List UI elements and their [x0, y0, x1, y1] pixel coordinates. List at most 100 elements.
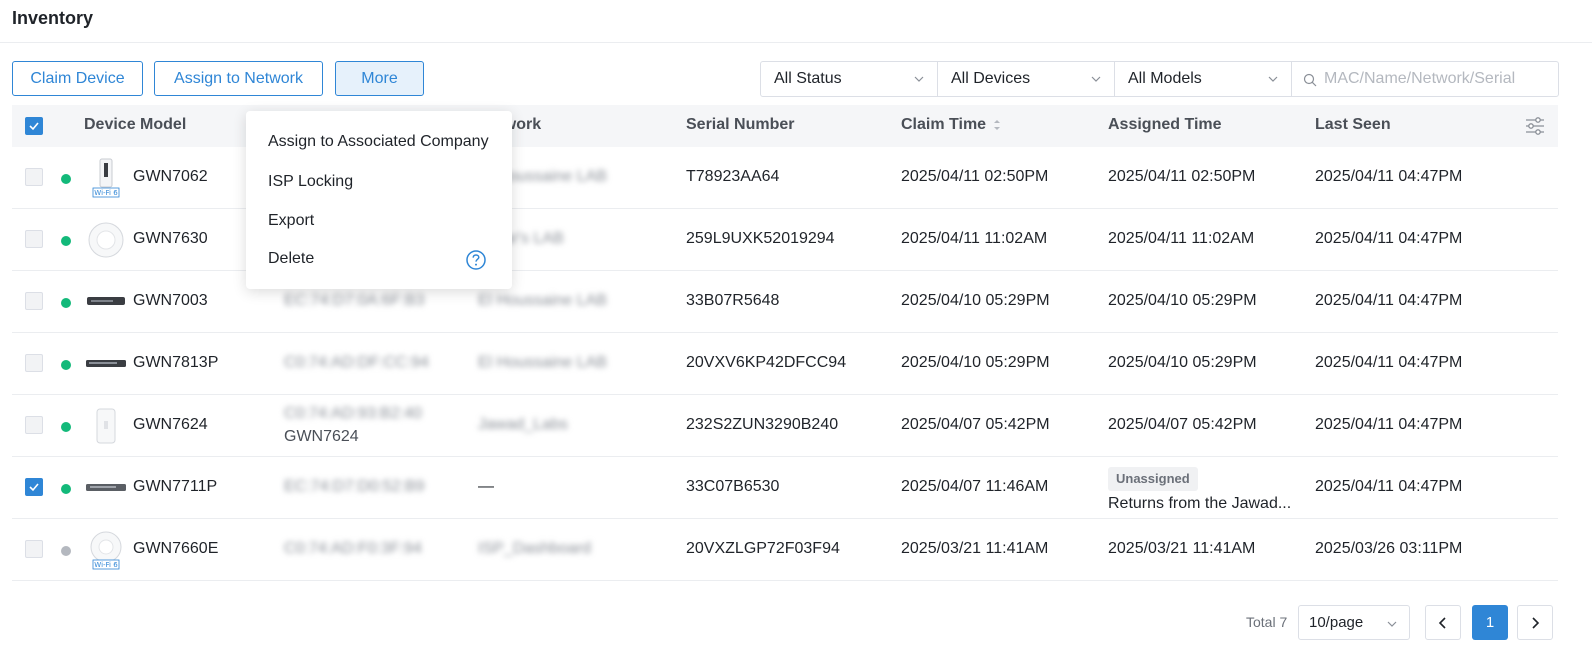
serial-number: 232S2ZUN3290B240	[686, 416, 839, 433]
row-checkbox[interactable]	[25, 230, 43, 248]
table-row[interactable]: GWN7624 C0:74:AD:93:B2:40 GWN7624 Jawad_Lab…	[12, 395, 1558, 457]
table-row[interactable]: Wi-Fi 6GWN7062EC:74:27:0A:6F:D3El Houssa…	[12, 147, 1558, 209]
claim-time: 2025/04/07 11:46AM	[901, 478, 1049, 495]
menu-item-delete[interactable]: Delete	[268, 250, 314, 268]
device-mac: C0:74:AD:F0:3F:94	[284, 540, 422, 557]
table-row[interactable]: Wi-Fi 6 GWN7660E C0:74:AD:F0:3F:94 ISP_Dash…	[12, 519, 1558, 581]
column-settings-icon[interactable]	[1524, 115, 1546, 137]
claim-time: 2025/04/10 05:29PM	[901, 354, 1050, 371]
device-network[interactable]: El Houssaine LAB	[478, 354, 607, 372]
table-header: Device Model Network Serial Number Claim…	[12, 105, 1558, 147]
row-checkbox[interactable]	[25, 168, 43, 186]
status-dot	[61, 174, 71, 184]
select-all-checkbox[interactable]	[25, 117, 43, 135]
search-icon	[1303, 73, 1317, 87]
assign-to-network-button[interactable]: Assign to Network	[154, 61, 323, 96]
next-page-button[interactable]	[1517, 605, 1553, 640]
row-checkbox[interactable]	[25, 292, 43, 310]
device-model[interactable]: GWN7711P	[133, 478, 217, 496]
assigned-time: 2025/04/07 05:42PM	[1108, 416, 1257, 433]
device-thumbnail: Wi-Fi 6	[90, 531, 122, 570]
more-button[interactable]: More	[335, 61, 424, 96]
column-last-seen: Last Seen	[1315, 116, 1391, 133]
claim-time: 2025/04/07 05:42PM	[901, 416, 1050, 433]
device-network[interactable]: Jawad_Labs	[478, 416, 568, 434]
chevron-down-icon	[1091, 76, 1101, 82]
page-title: Inventory	[12, 8, 94, 28]
table-row[interactable]: GWN7711P EC:74:D7:D0:52:B9 — 33C07B6530 2025…	[12, 457, 1558, 519]
current-page-button[interactable]: 1	[1472, 605, 1508, 640]
device-model[interactable]: GWN7630	[133, 230, 208, 248]
page-size-select[interactable]: 10/page	[1298, 605, 1410, 640]
help-icon[interactable]	[465, 249, 487, 271]
status-dot	[61, 236, 71, 246]
device-network[interactable]: ISP_Dashboard	[478, 540, 591, 558]
svg-text:Wi-Fi 6: Wi-Fi 6	[94, 561, 118, 569]
claim-time: 2025/04/11 11:02AM	[901, 230, 1048, 247]
last-seen: 2025/03/26 03:11PM	[1315, 540, 1463, 557]
column-device-model: Device Model	[84, 116, 187, 133]
device-model[interactable]: GWN7624	[133, 416, 208, 434]
menu-item-assign-company[interactable]: Assign to Associated Company	[268, 133, 489, 151]
column-assigned-time: Assigned Time	[1108, 116, 1222, 133]
row-checkbox[interactable]	[25, 416, 43, 434]
device-network: —	[478, 478, 494, 495]
models-filter-value: All Models	[1128, 70, 1202, 87]
more-menu: Assign to Associated Company ISP Locking…	[246, 111, 512, 289]
device-network[interactable]: El Houssaine LAB	[478, 292, 607, 310]
last-seen: 2025/04/11 04:47PM	[1315, 168, 1463, 185]
row-checkbox[interactable]	[25, 478, 43, 496]
device-thumbnail	[87, 297, 125, 305]
status-dot	[61, 422, 71, 432]
column-claim-time-label: Claim Time	[901, 116, 987, 133]
table-row[interactable]: GWN7813P C0:74:AD:DF:CC:94 El Houssaine LA…	[12, 333, 1558, 395]
last-seen: 2025/04/11 04:47PM	[1315, 354, 1463, 371]
row-checkbox[interactable]	[25, 540, 43, 558]
check-icon	[29, 483, 39, 492]
last-seen: 2025/04/11 04:47PM	[1315, 416, 1463, 433]
claim-time: 2025/04/10 05:29PM	[901, 292, 1050, 309]
serial-number: T78923AA64	[686, 168, 780, 185]
serial-number: 33B07R5648	[686, 292, 780, 309]
assigned-time: 2025/04/10 05:29PM	[1108, 354, 1257, 371]
device-thumbnail	[86, 484, 126, 491]
status-dot	[61, 298, 71, 308]
serial-number: 20VXV6KP42DFCC94	[686, 354, 847, 371]
sort-icon[interactable]	[992, 118, 1002, 132]
claim-time: 2025/04/11 02:50PM	[901, 168, 1049, 185]
chevron-down-icon	[1387, 621, 1397, 627]
device-thumbnail	[96, 408, 116, 444]
table-row[interactable]: GWN7003 EC:74:D7:0A:6F:B3 El Houssaine LAB…	[12, 271, 1558, 333]
column-claim-time[interactable]: Claim Time	[901, 116, 1002, 134]
chevron-right-icon	[1532, 617, 1540, 629]
device-model[interactable]: GWN7813P	[133, 354, 218, 372]
row-checkbox[interactable]	[25, 354, 43, 372]
chevron-left-icon	[1438, 617, 1446, 629]
search-input[interactable]: MAC/Name/Network/Serial	[1291, 61, 1559, 97]
devices-filter-select[interactable]: All Devices	[937, 61, 1115, 97]
menu-item-isp-locking[interactable]: ISP Locking	[268, 173, 353, 191]
serial-number: 259L9UXK52019294	[686, 230, 835, 247]
menu-item-export[interactable]: Export	[268, 212, 314, 230]
device-model[interactable]: GWN7003	[133, 292, 208, 310]
serial-number: 20VXZLGP72F03F94	[686, 540, 840, 557]
assigned-note: Returns from the Jawad...	[1108, 495, 1292, 512]
assigned-time: 2025/04/11 02:50PM	[1108, 168, 1256, 185]
page-header: Inventory	[0, 0, 1592, 43]
models-filter-select[interactable]: All Models	[1114, 61, 1292, 97]
status-dot	[61, 546, 71, 556]
device-model[interactable]: GWN7660E	[133, 540, 218, 558]
search-placeholder: MAC/Name/Network/Serial	[1324, 70, 1516, 87]
claim-device-button[interactable]: Claim Device	[12, 61, 143, 96]
status-filter-select[interactable]: All Status	[760, 61, 938, 97]
claim-time: 2025/03/21 11:41AM	[901, 540, 1049, 557]
table-row[interactable]: GWN7630C0:74:AD:A1:2B:CCOmar's LAB259L9U…	[12, 209, 1558, 271]
check-icon	[29, 122, 39, 131]
device-name: GWN7624	[284, 428, 359, 445]
assigned-time: 2025/04/10 05:29PM	[1108, 292, 1257, 309]
previous-page-button[interactable]	[1425, 605, 1461, 640]
device-mac: C0:74:AD:DF:CC:94	[284, 354, 429, 371]
device-model[interactable]: GWN7062	[133, 168, 208, 186]
serial-number: 33C07B6530	[686, 478, 780, 495]
last-seen: 2025/04/11 04:47PM	[1315, 292, 1463, 309]
